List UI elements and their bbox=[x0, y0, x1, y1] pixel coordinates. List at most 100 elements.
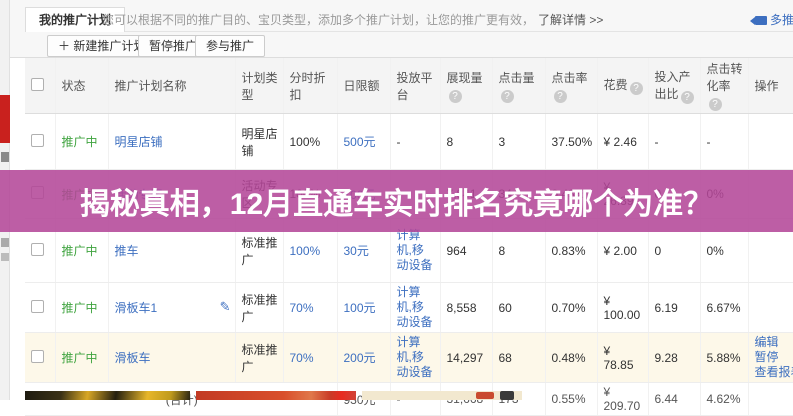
background-text-fragment bbox=[1, 253, 9, 261]
help-icon[interactable]: ? bbox=[501, 90, 514, 103]
cost-cell: ¥ 100.00 bbox=[597, 283, 648, 333]
impressions-cell: 8 bbox=[440, 114, 492, 170]
edit-link[interactable]: 编辑 bbox=[755, 335, 793, 350]
ctr-cell: 0.70% bbox=[545, 283, 597, 333]
budget-link[interactable]: 30元 bbox=[344, 244, 369, 258]
bottom-thumbnail-3[interactable] bbox=[362, 391, 522, 400]
col-budget: 日限额 bbox=[337, 58, 390, 114]
summary-roi: 6.44 bbox=[648, 383, 700, 416]
bottom-thumbnail-1[interactable] bbox=[25, 391, 190, 400]
discount-link[interactable]: 70% bbox=[290, 301, 314, 315]
help-icon[interactable]: ? bbox=[630, 82, 643, 95]
join-campaign-button[interactable]: 参与推广 bbox=[195, 35, 265, 57]
cvr-cell: - bbox=[700, 114, 748, 170]
edit-pencil-icon[interactable]: ✎ bbox=[220, 299, 231, 315]
row-checkbox[interactable] bbox=[31, 243, 44, 256]
type-cell: 明星店铺 bbox=[235, 114, 283, 170]
budget-link[interactable]: 500元 bbox=[344, 135, 376, 149]
campaign-row: 推广中 明星店铺 明星店铺 100% 500元 - 8 3 37.50% ¥ 2… bbox=[25, 114, 793, 170]
video-icon bbox=[755, 16, 767, 25]
top-bar: 我的推广计划 您可以根据不同的推广目的、宝贝类型，添加多个推广计划，让您的推广更… bbox=[10, 0, 793, 57]
clicks-cell: 3 bbox=[492, 114, 545, 170]
col-discount: 分时折扣 bbox=[283, 58, 337, 114]
clicks-cell: 60 bbox=[492, 283, 545, 333]
table-header-row: 状态 推广计划名称 计划类型 分时折扣 日限额 投放平台 展现量? 点击量? 点… bbox=[25, 58, 793, 114]
campaign-row-highlighted: 推广中 滑板车 标准推广 70% 200元 计算机,移动设备 14,297 68… bbox=[25, 333, 793, 383]
tab-divider bbox=[95, 31, 793, 32]
campaign-name-link[interactable]: 推车 bbox=[115, 244, 139, 258]
help-icon[interactable]: ? bbox=[554, 90, 567, 103]
thumbnail-red-mark bbox=[476, 392, 494, 399]
header-checkbox-cell bbox=[25, 58, 55, 114]
discount-cell: 100% bbox=[283, 114, 337, 170]
status-cell: 推广中 bbox=[55, 333, 108, 383]
bottom-thumbnail-2[interactable] bbox=[196, 391, 356, 400]
status-cell: 推广中 bbox=[55, 283, 108, 333]
pause-link[interactable]: 暂停 bbox=[755, 350, 793, 365]
type-cell: 标准推广 bbox=[235, 333, 283, 383]
col-ops: 操作 bbox=[748, 58, 793, 114]
learn-more-link[interactable]: 了解详情 >> bbox=[538, 13, 603, 27]
promo-banner-overlay: 揭秘真相，12月直通车实时排名究竟哪个为准？ bbox=[0, 170, 793, 232]
discount-link[interactable]: 70% bbox=[290, 351, 314, 365]
campaign-hint-text: 您可以根据不同的推广目的、宝贝类型，添加多个推广计划，让您的推广更有效， 了解详情… bbox=[102, 11, 603, 28]
background-text-fragment bbox=[1, 238, 9, 247]
roi-cell: - bbox=[648, 114, 700, 170]
col-cvr: 点击转化率? bbox=[700, 58, 748, 114]
cvr-cell: 6.67% bbox=[700, 283, 748, 333]
roi-cell: 9.28 bbox=[648, 333, 700, 383]
help-icon[interactable]: ? bbox=[709, 98, 722, 111]
impressions-cell: 14,297 bbox=[440, 333, 492, 383]
promo-banner-title: 揭秘真相，12月直通车实时排名究竟哪个为准？ bbox=[80, 179, 713, 223]
cvr-cell: 5.88% bbox=[700, 333, 748, 383]
summary-ops bbox=[748, 383, 793, 416]
view-report-link[interactable]: 查看报表 bbox=[755, 365, 793, 380]
clicks-cell: 68 bbox=[492, 333, 545, 383]
col-impressions: 展现量? bbox=[440, 58, 492, 114]
platform-cell: - bbox=[390, 114, 440, 170]
col-cost: 花费? bbox=[597, 58, 648, 114]
thumbnail-dark-mark bbox=[500, 391, 514, 400]
select-all-checkbox[interactable] bbox=[31, 78, 44, 91]
budget-link[interactable]: 200元 bbox=[344, 351, 376, 365]
col-cvr-label: 点击转化率 bbox=[707, 62, 743, 93]
ops-cell: 编辑 暂停 查看报表 bbox=[748, 333, 793, 383]
ctr-cell: 37.50% bbox=[545, 114, 597, 170]
impressions-cell: 8,558 bbox=[440, 283, 492, 333]
roi-cell: 6.19 bbox=[648, 283, 700, 333]
hint-text: 您可以根据不同的推广目的、宝贝类型，添加多个推广计划，让您的推广更有效， bbox=[102, 13, 534, 27]
col-impressions-label: 展现量 bbox=[447, 71, 483, 85]
status-cell: 推广中 bbox=[55, 114, 108, 170]
campaign-name-link[interactable]: 明星店铺 bbox=[115, 135, 163, 149]
col-ctr-label: 点击率 bbox=[552, 71, 588, 85]
row-checkbox[interactable] bbox=[31, 134, 44, 147]
col-platform: 投放平台 bbox=[390, 58, 440, 114]
col-cost-label: 花费 bbox=[604, 78, 628, 92]
col-name: 推广计划名称 bbox=[108, 58, 235, 114]
summary-cost: ¥ 209.70 bbox=[597, 383, 648, 416]
campaign-row: 推广中 ✎ 滑板车1 标准推广 70% 100元 计算机,移动设备 8,558 6… bbox=[25, 283, 793, 333]
summary-cvr: 4.62% bbox=[700, 383, 748, 416]
campaign-name-link[interactable]: 滑板车1 bbox=[115, 301, 158, 315]
campaign-name-link[interactable]: 滑板车 bbox=[115, 351, 151, 365]
help-icon[interactable]: ? bbox=[449, 90, 462, 103]
summary-ctr: 0.55% bbox=[545, 383, 597, 416]
video-link-label: 多推广计划介绍 bbox=[770, 13, 793, 27]
platform-cell: 计算机,移动设备 bbox=[390, 333, 440, 383]
type-cell: 标准推广 bbox=[235, 283, 283, 333]
col-status: 状态 bbox=[55, 58, 108, 114]
col-clicks-label: 点击量 bbox=[499, 71, 535, 85]
platform-cell: 计算机,移动设备 bbox=[390, 283, 440, 333]
col-clicks: 点击量? bbox=[492, 58, 545, 114]
cost-cell: ¥ 78.85 bbox=[597, 333, 648, 383]
background-red-badge bbox=[0, 95, 10, 143]
cost-cell: ¥ 2.46 bbox=[597, 114, 648, 170]
multi-plan-intro-link[interactable]: 多推广计划介绍 bbox=[755, 11, 793, 28]
row-checkbox[interactable] bbox=[31, 350, 44, 363]
budget-link[interactable]: 100元 bbox=[344, 301, 376, 315]
ops-cell bbox=[748, 114, 793, 170]
col-ctr: 点击率? bbox=[545, 58, 597, 114]
help-icon[interactable]: ? bbox=[681, 91, 694, 104]
row-checkbox[interactable] bbox=[31, 300, 44, 313]
discount-link[interactable]: 100% bbox=[290, 244, 321, 258]
